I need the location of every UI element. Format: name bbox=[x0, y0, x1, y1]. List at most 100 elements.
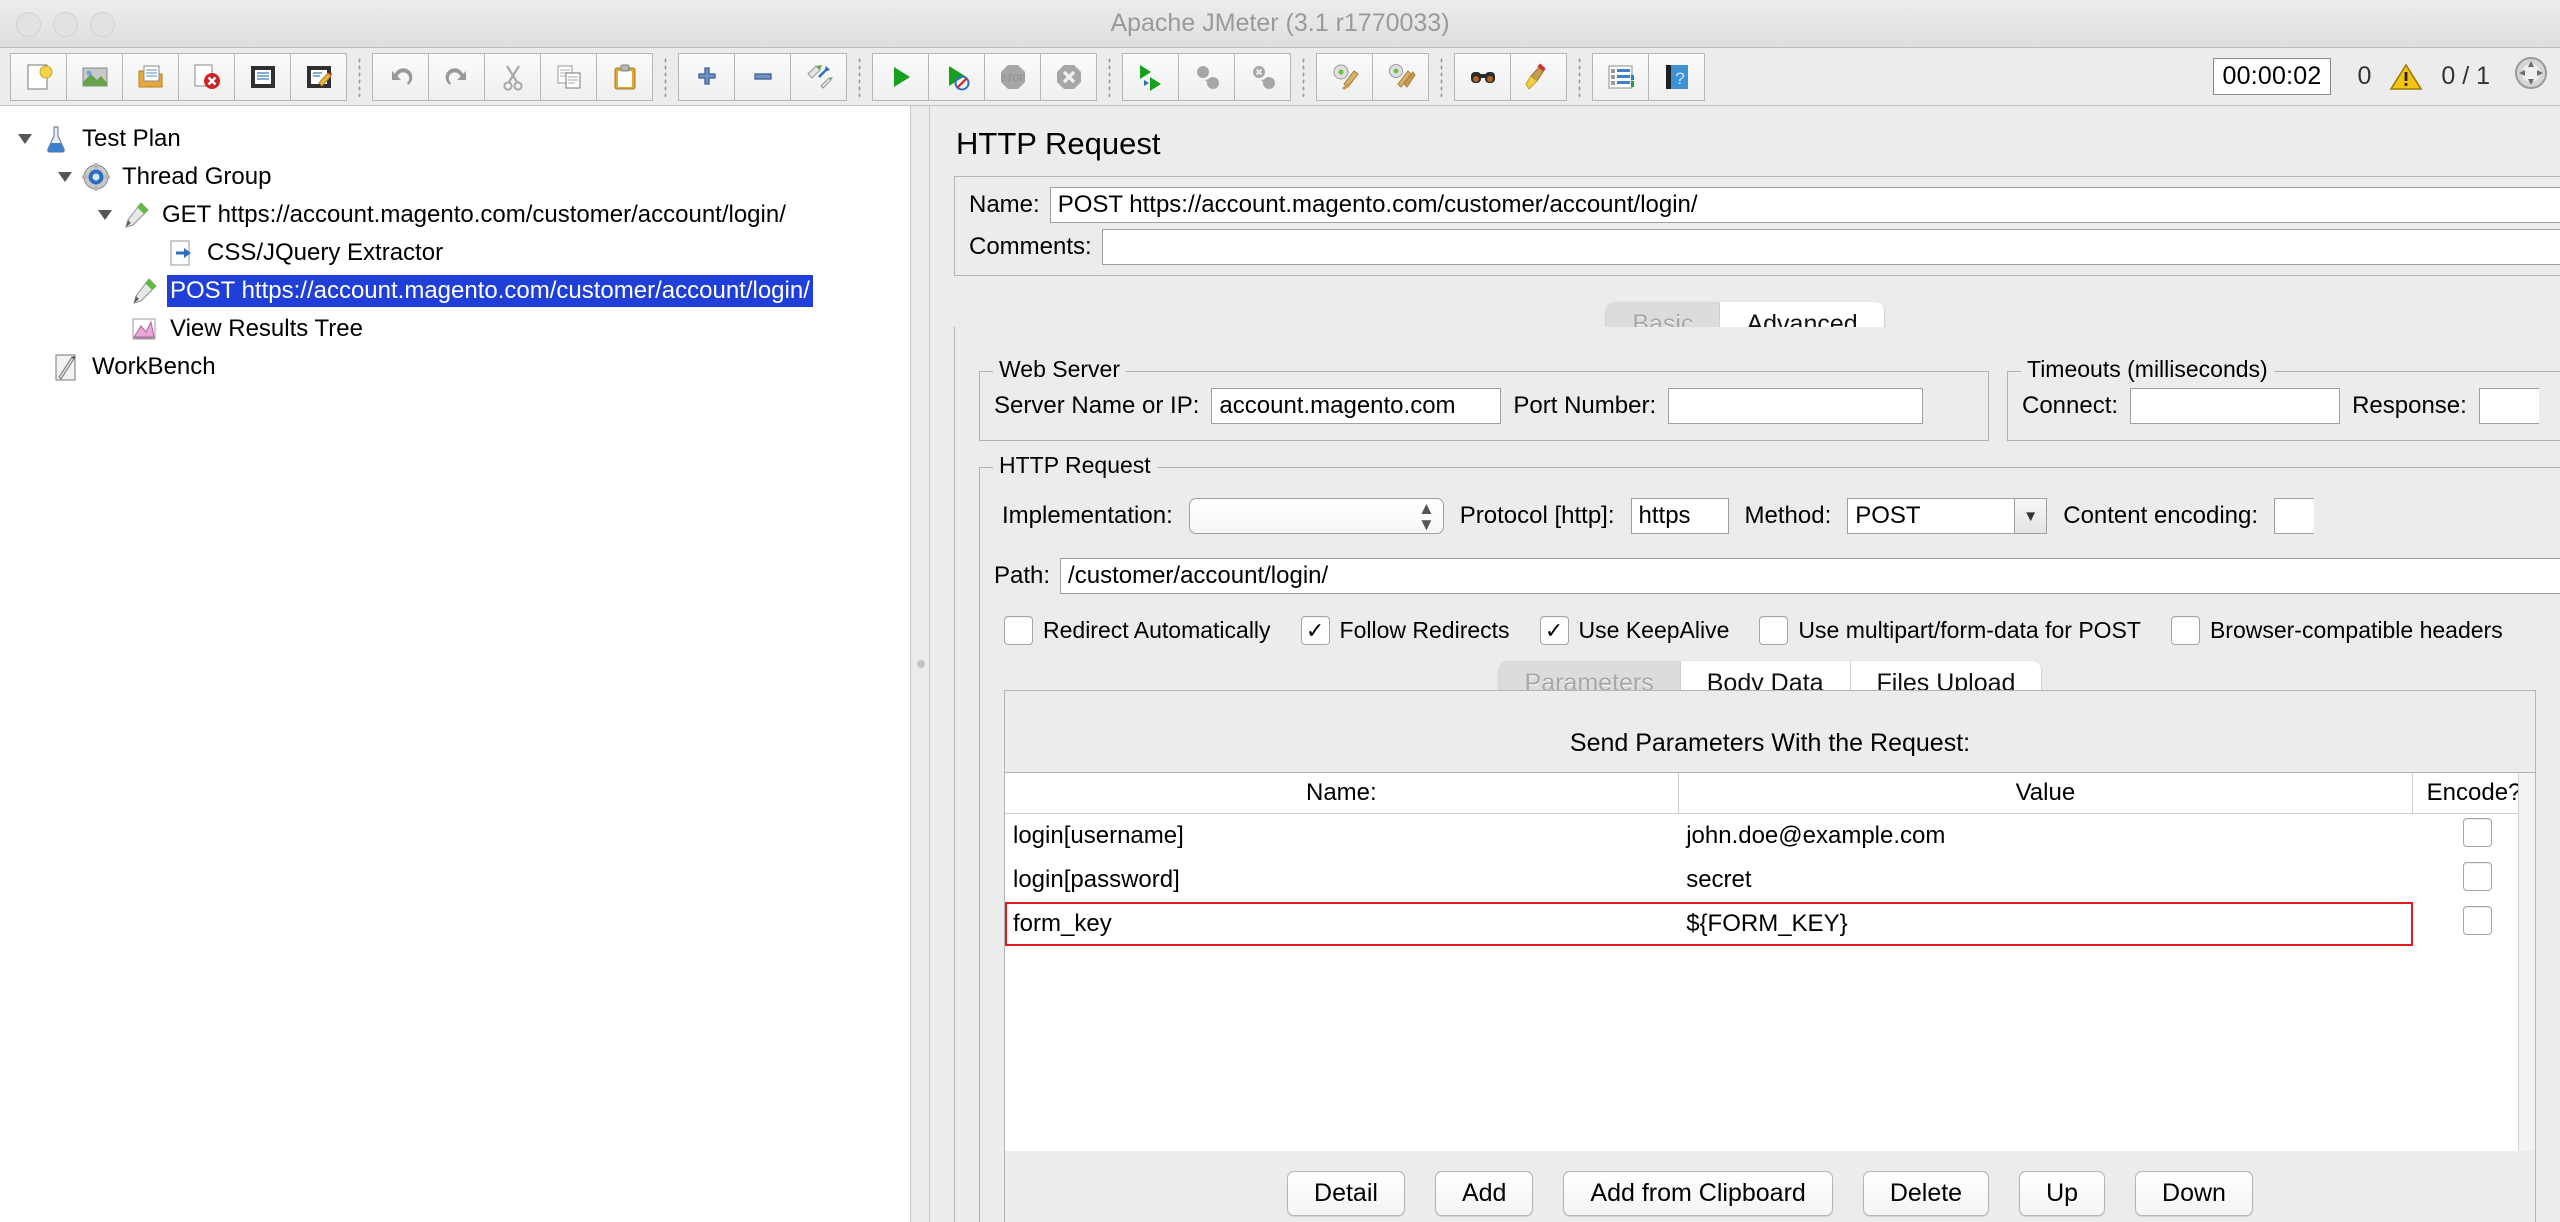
clear-all-icon[interactable] bbox=[1372, 52, 1429, 101]
parameters-table-wrap[interactable]: Name: Value Encode? login[username] john… bbox=[1005, 772, 2535, 1151]
tree-node-post-request[interactable]: POST https://account.magento.com/custome… bbox=[0, 272, 910, 310]
comments-input[interactable] bbox=[1101, 229, 2560, 265]
param-name-cell[interactable]: login[username] bbox=[1005, 814, 1678, 859]
search-reset-icon[interactable] bbox=[1510, 52, 1567, 101]
paste-icon[interactable] bbox=[596, 52, 653, 101]
checkbox-use-multipart-form-data[interactable]: Use multipart/form-data for POST bbox=[1759, 616, 2141, 645]
checkbox-box[interactable]: ✓ bbox=[1300, 616, 1330, 645]
remote-shutdown-all-icon[interactable] bbox=[1234, 52, 1291, 101]
tree-toggle-icon[interactable] bbox=[10, 134, 40, 144]
save-as-icon[interactable] bbox=[290, 52, 347, 101]
tree-node-view-results-tree[interactable]: View Results Tree bbox=[0, 310, 910, 348]
checkbox-box[interactable] bbox=[1004, 616, 1033, 645]
remote-start-all-icon[interactable] bbox=[1122, 52, 1179, 101]
open-file-icon[interactable] bbox=[122, 52, 179, 101]
collapse-all-icon[interactable] bbox=[734, 52, 791, 101]
parameters-table[interactable]: Name: Value Encode? login[username] john… bbox=[1005, 773, 2535, 946]
stop-icon[interactable]: STOP bbox=[984, 52, 1041, 101]
checkbox-browser-compatible-headers[interactable]: Browser-compatible headers bbox=[2170, 616, 2503, 645]
param-value-cell[interactable]: ${FORM_KEY} bbox=[1678, 902, 2412, 946]
remote-stop-all-icon[interactable] bbox=[1178, 52, 1235, 101]
tree-toggle-icon[interactable] bbox=[90, 210, 120, 220]
cut-icon[interactable] bbox=[484, 52, 541, 101]
toolbar-tree-group[interactable] bbox=[678, 52, 847, 101]
port-number-input[interactable] bbox=[1668, 388, 1924, 424]
param-encode-cell[interactable] bbox=[2413, 814, 2535, 859]
toolbar-edit-group[interactable] bbox=[372, 52, 653, 101]
param-name-cell[interactable]: form_key bbox=[1005, 902, 1678, 946]
toolbar-remote-group[interactable] bbox=[1122, 52, 1291, 101]
undo-icon[interactable] bbox=[372, 52, 429, 101]
expand-all-icon[interactable] bbox=[678, 52, 735, 101]
column-header-name[interactable]: Name: bbox=[1005, 773, 1679, 814]
warning-triangle-icon[interactable] bbox=[2389, 62, 2423, 92]
toolbar-search-group[interactable] bbox=[1454, 52, 1567, 101]
toolbar-run-group[interactable]: STOP bbox=[872, 52, 1097, 101]
parameters-button-row[interactable]: Detail Add Add from Clipboard Delete Up … bbox=[1005, 1151, 2535, 1222]
table-empty-area[interactable] bbox=[1005, 946, 2535, 1151]
up-button[interactable]: Up bbox=[2019, 1171, 2106, 1216]
param-encode-cell[interactable] bbox=[2413, 858, 2535, 902]
checkbox-follow-redirects[interactable]: ✓ Follow Redirects bbox=[1300, 616, 1510, 645]
method-select[interactable]: POST ▼ bbox=[1847, 498, 2048, 534]
encode-checkbox[interactable] bbox=[2463, 906, 2493, 935]
tree-node-get-request[interactable]: GET https://account.magento.com/customer… bbox=[0, 196, 910, 234]
add-from-clipboard-button[interactable]: Add from Clipboard bbox=[1563, 1171, 1833, 1216]
server-name-input[interactable]: account.magento.com bbox=[1211, 388, 1502, 424]
table-row[interactable]: login[password] secret bbox=[1005, 858, 2535, 902]
implementation-select[interactable]: ▲ ▼ bbox=[1188, 498, 1444, 534]
name-input[interactable]: POST https://account.magento.com/custome… bbox=[1049, 187, 2560, 223]
response-timeout-input[interactable] bbox=[2478, 388, 2539, 424]
start-icon[interactable] bbox=[872, 52, 929, 101]
tree-toggle-icon[interactable] bbox=[50, 172, 80, 182]
tree-node-workbench[interactable]: WorkBench bbox=[0, 348, 910, 386]
pane-splitter[interactable] bbox=[911, 106, 930, 1222]
toolbar-file-group[interactable] bbox=[10, 52, 347, 101]
path-input[interactable]: /customer/account/login/ bbox=[1060, 558, 2560, 594]
param-name-cell[interactable]: login[password] bbox=[1005, 858, 1678, 902]
tree-node-thread-group[interactable]: Thread Group bbox=[0, 158, 910, 196]
save-icon[interactable] bbox=[234, 52, 291, 101]
redo-icon[interactable] bbox=[428, 52, 485, 101]
column-header-encode[interactable]: Encode? bbox=[2412, 773, 2535, 814]
param-value-cell[interactable]: secret bbox=[1678, 858, 2412, 902]
content-encoding-input[interactable] bbox=[2274, 498, 2315, 534]
search-icon[interactable] bbox=[1454, 52, 1511, 101]
copy-icon[interactable] bbox=[540, 52, 597, 101]
new-file-icon[interactable] bbox=[10, 52, 67, 101]
checkbox-use-keepalive[interactable]: ✓ Use KeepAlive bbox=[1539, 616, 1729, 645]
param-encode-cell[interactable] bbox=[2413, 902, 2535, 946]
request-options-row[interactable]: Redirect Automatically ✓ Follow Redirect… bbox=[980, 606, 2560, 659]
detail-button[interactable]: Detail bbox=[1287, 1171, 1405, 1216]
encode-checkbox[interactable] bbox=[2463, 862, 2493, 891]
delete-button[interactable]: Delete bbox=[1862, 1171, 1990, 1216]
checkbox-redirect-automatically[interactable]: Redirect Automatically bbox=[1004, 616, 1271, 645]
chevron-down-icon[interactable]: ▼ bbox=[2014, 499, 2047, 533]
add-button[interactable]: Add bbox=[1434, 1171, 1534, 1216]
connect-timeout-input[interactable] bbox=[2130, 388, 2341, 424]
down-button[interactable]: Down bbox=[2135, 1171, 2253, 1216]
toggle-icon[interactable] bbox=[790, 52, 847, 101]
table-vertical-scrollbar[interactable] bbox=[2518, 773, 2535, 1151]
table-row[interactable]: login[username] john.doe@example.com bbox=[1005, 814, 2535, 859]
clear-icon[interactable] bbox=[1316, 52, 1373, 101]
checkbox-box[interactable] bbox=[1759, 616, 1789, 645]
main-toolbar[interactable]: STOP ? 00:00:02 0 0 / 1 bbox=[0, 48, 2560, 106]
encode-checkbox[interactable] bbox=[2463, 818, 2493, 847]
protocol-input[interactable]: https bbox=[1630, 498, 1729, 534]
close-icon[interactable] bbox=[178, 52, 235, 101]
shutdown-icon[interactable] bbox=[1040, 52, 1097, 101]
tree-node-test-plan[interactable]: Test Plan bbox=[0, 120, 910, 158]
table-row[interactable]: form_key ${FORM_KEY} bbox=[1005, 902, 2535, 946]
start-no-pauses-icon[interactable] bbox=[928, 52, 985, 101]
tree-root[interactable]: Test Plan Thread Group GET https://accou… bbox=[0, 106, 910, 386]
help-icon[interactable]: ? bbox=[1648, 52, 1705, 101]
checkbox-box[interactable] bbox=[2170, 616, 2200, 645]
open-template-icon[interactable] bbox=[66, 52, 123, 101]
function-helper-icon[interactable] bbox=[1592, 52, 1649, 101]
checkbox-box[interactable]: ✓ bbox=[1539, 616, 1569, 645]
toolbar-clear-group[interactable] bbox=[1316, 52, 1429, 101]
stepper-icon[interactable]: ▲ ▼ bbox=[1418, 500, 1435, 533]
toolbar-help-group[interactable]: ? bbox=[1592, 52, 1705, 101]
param-value-cell[interactable]: john.doe@example.com bbox=[1678, 814, 2412, 859]
